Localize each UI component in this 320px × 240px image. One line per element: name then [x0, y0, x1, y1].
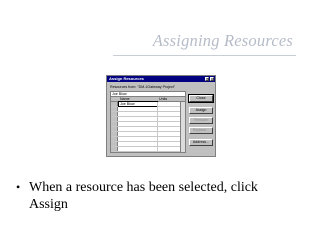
address-button[interactable]: Address... — [189, 139, 213, 146]
dialog-title: Assign Resources — [109, 76, 144, 81]
column-divider — [157, 102, 158, 152]
bullet-item: • When a resource has been selected, cli… — [16, 179, 289, 213]
grid-scrollbar[interactable] — [180, 102, 185, 152]
bullet-icon: • — [16, 180, 21, 194]
row-name: Joe Blow — [118, 101, 158, 107]
title-divider — [113, 55, 296, 56]
close-button[interactable]: Close — [188, 94, 214, 103]
table-row[interactable] — [111, 147, 185, 152]
resources-from-label: Resources from: "DM-1Gateway Project" — [110, 85, 176, 89]
assign-button[interactable]: Assign — [189, 107, 213, 114]
column-header-name: Name — [120, 97, 130, 101]
bullet-text: When a resource has been selected, click… — [29, 180, 258, 212]
help-icon[interactable]: ? — [205, 77, 209, 81]
column-header-units: Units — [159, 97, 168, 101]
resource-grid[interactable]: Name Units Joe Blow — [110, 91, 186, 153]
remove-button[interactable]: Remove — [189, 117, 213, 124]
assign-resources-dialog: Assign Resources ? × Resources from: "DM… — [106, 75, 216, 157]
dialog-titlebar[interactable]: Assign Resources ? × — [107, 76, 215, 82]
replace-button[interactable]: Replace... — [189, 127, 213, 134]
slide-title: Assigning Resources — [152, 31, 293, 50]
close-icon[interactable]: × — [210, 77, 214, 81]
